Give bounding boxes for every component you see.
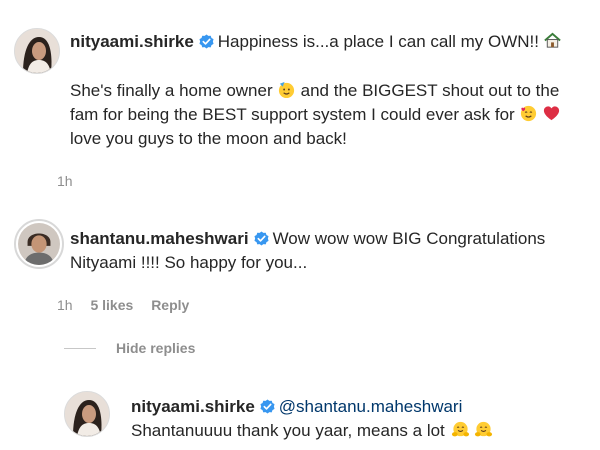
post-caption-body: She's finally a home owner and the BIGGES… [70,79,561,151]
reply-button[interactable]: Reply [151,297,189,313]
post-meta: 1h [57,173,87,189]
reply-text: Shantanuuuu thank you yaar, means a lot [131,421,445,440]
profile-photo-icon [65,392,109,436]
caption-line-3: fam for being the BEST support system I … [70,105,515,124]
avatar-nityaami[interactable] [14,28,60,74]
comment-username[interactable]: shantanu.maheshwari [70,229,249,248]
comment-likes-count[interactable]: 5 likes [90,297,133,313]
comment-thread: nityaami.shirke Happiness is...a place I … [0,0,600,450]
divider-line [64,347,96,349]
post-caption: nityaami.shirke Happiness is...a place I … [70,30,562,54]
comment-body: shantanu.maheshwari Wow wow wow BIG Congr… [70,227,545,275]
verified-badge-icon [254,231,269,246]
post-timestamp[interactable]: 1h [57,173,73,189]
avatar-shantanu[interactable] [14,219,64,269]
caption-line-2b: and the BIGGEST shout out to the [300,81,560,100]
caption-line-2: She's finally a home owner [70,81,273,100]
house-emoji-icon [543,31,562,50]
hugging-face-emoji-icon [451,420,470,439]
comment-timestamp[interactable]: 1h [57,297,73,313]
post-username[interactable]: nityaami.shirke [70,32,194,51]
comment-meta: 1h 5 likes Reply [57,297,203,313]
comment-text-line-1: Wow wow wow BIG Congratulations [272,229,546,248]
red-heart-emoji-icon [542,104,561,123]
hide-replies-button[interactable]: Hide replies [64,340,195,356]
verified-badge-icon [199,34,214,49]
profile-photo-icon [18,223,60,265]
caption-line-4: love you guys to the moon and back! [70,129,347,148]
profile-photo-icon [15,29,59,73]
reply-username[interactable]: nityaami.shirke [131,397,255,416]
smiling-hearts-emoji-icon [519,104,538,123]
avatar-nityaami-reply[interactable] [64,391,110,437]
caption-line-1: Happiness is...a place I can call my OWN… [217,32,540,51]
reply-body: nityaami.shirke @shantanu.maheshwari Shan… [131,395,493,443]
hide-replies-label: Hide replies [116,340,196,356]
partying-face-emoji-icon [277,80,296,99]
verified-badge-icon [260,399,275,414]
hugging-face-emoji-icon [474,420,493,439]
comment-text-line-2: Nityaami !!!! So happy for you... [70,253,308,272]
reply-mention-link[interactable]: @shantanu.maheshwari [279,397,463,416]
